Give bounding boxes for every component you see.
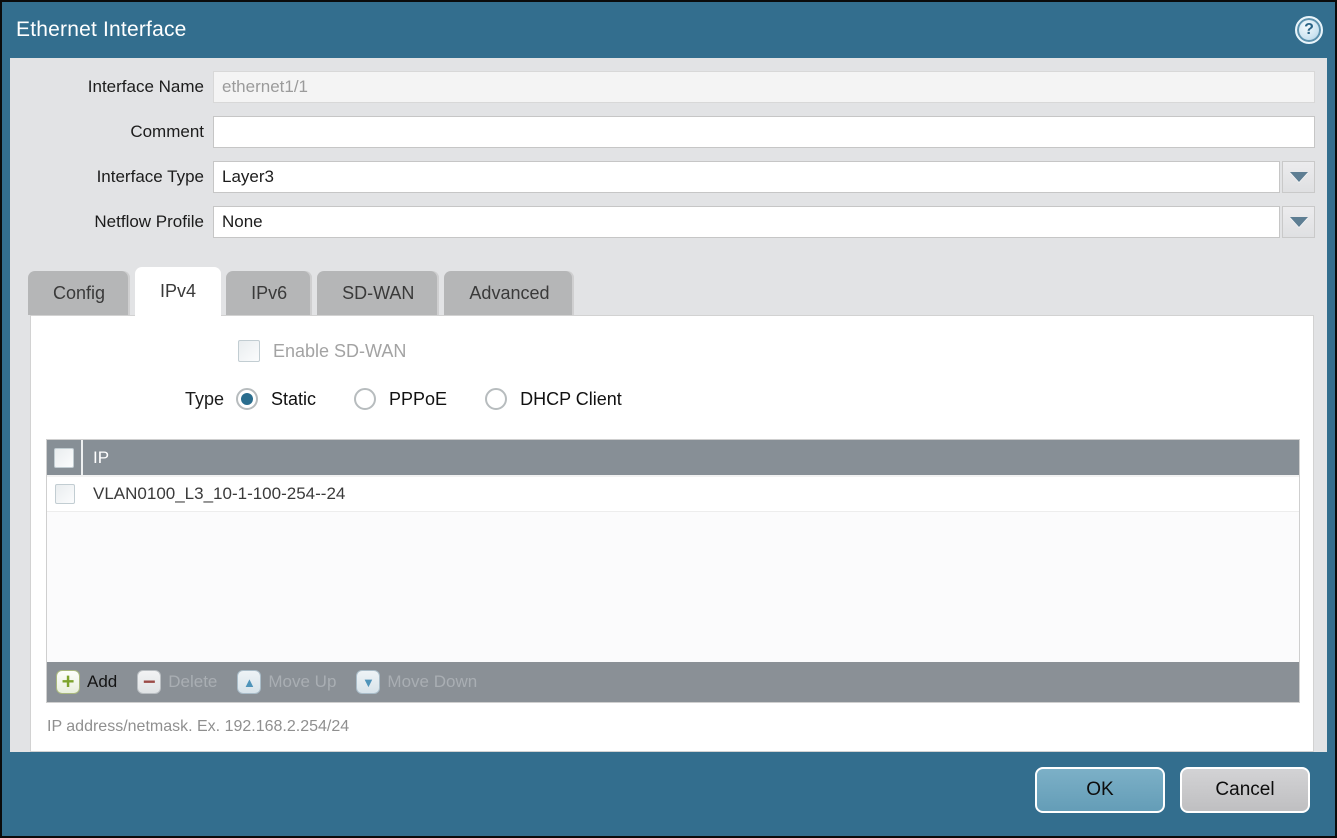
delete-button-label: Delete — [168, 672, 217, 692]
move-down-button[interactable]: ▼ Move Down — [356, 670, 477, 694]
table-empty-area — [47, 512, 1299, 662]
comment-field[interactable] — [213, 116, 1315, 148]
radio-pppoe-label: PPPoE — [389, 389, 447, 410]
chevron-down-icon — [1290, 172, 1308, 182]
radio-option-pppoe[interactable]: PPPoE — [354, 388, 473, 410]
interface-type-dropdown[interactable]: Layer3 — [213, 161, 1315, 193]
move-up-button[interactable]: ▲ Move Up — [237, 670, 336, 694]
tab-config[interactable]: Config — [28, 271, 130, 315]
dialog-footer: OK Cancel — [2, 752, 1335, 836]
tab-sdwan[interactable]: SD-WAN — [317, 271, 439, 315]
ip-table-header: IP — [47, 440, 1299, 477]
interface-type-value[interactable]: Layer3 — [213, 161, 1280, 193]
radio-static-icon[interactable] — [236, 388, 258, 410]
row-checkbox[interactable] — [55, 484, 75, 504]
ip-netmask-hint: IP address/netmask. Ex. 192.168.2.254/24 — [47, 718, 1313, 736]
enable-sdwan-row: Enable SD-WAN — [238, 339, 1313, 363]
radio-dhcp-icon[interactable] — [485, 388, 507, 410]
select-all-checkbox[interactable] — [54, 448, 74, 468]
interface-type-dropdown-button[interactable] — [1282, 161, 1315, 193]
enable-sdwan-label: Enable SD-WAN — [273, 341, 406, 362]
form-row-comment: Comment — [20, 116, 1315, 148]
ip-column-header[interactable]: IP — [83, 448, 109, 468]
delete-button[interactable]: − Delete — [137, 670, 217, 694]
dialog-content: Interface Name Comment Interface Type La… — [10, 58, 1327, 752]
cancel-button[interactable]: Cancel — [1180, 767, 1310, 813]
radio-dhcp-label: DHCP Client — [520, 389, 622, 410]
ip-cell-value[interactable]: VLAN0100_L3_10-1-100-254--24 — [83, 484, 345, 504]
ok-button[interactable]: OK — [1035, 767, 1165, 813]
title-bar: Ethernet Interface ? — [2, 2, 1335, 58]
radio-option-dhcp-client[interactable]: DHCP Client — [485, 388, 648, 410]
interface-name-field — [213, 71, 1315, 103]
netflow-profile-dropdown[interactable]: None — [213, 206, 1315, 238]
arrow-up-icon: ▲ — [237, 670, 261, 694]
netflow-profile-label: Netflow Profile — [20, 212, 213, 232]
tab-ipv6[interactable]: IPv6 — [226, 271, 312, 315]
type-radio-group: Type Static PPPoE DHCP Client — [31, 386, 1313, 412]
comment-label: Comment — [20, 122, 213, 142]
radio-static-label: Static — [271, 389, 316, 410]
help-icon[interactable]: ? — [1295, 16, 1323, 44]
ip-table: IP VLAN0100_L3_10-1-100-254--24 + Add − — [46, 439, 1300, 703]
tab-advanced[interactable]: Advanced — [444, 271, 574, 315]
table-row[interactable]: VLAN0100_L3_10-1-100-254--24 — [47, 477, 1299, 512]
add-button-label: Add — [87, 672, 117, 692]
form-row-interface-name: Interface Name — [20, 71, 1315, 103]
add-button[interactable]: + Add — [56, 670, 117, 694]
form-row-interface-type: Interface Type Layer3 — [20, 161, 1315, 193]
table-toolbar: + Add − Delete ▲ Move Up ▼ Move Down — [47, 662, 1299, 702]
form-row-netflow-profile: Netflow Profile None — [20, 206, 1315, 238]
minus-icon: − — [137, 670, 161, 694]
interface-type-label: Interface Type — [20, 167, 213, 187]
ipv4-tab-panel: Enable SD-WAN Type Static PPPoE DHCP Cli… — [30, 315, 1314, 752]
move-down-button-label: Move Down — [387, 672, 477, 692]
enable-sdwan-checkbox[interactable] — [238, 340, 260, 362]
netflow-profile-value[interactable]: None — [213, 206, 1280, 238]
type-label: Type — [31, 389, 224, 410]
ethernet-interface-dialog: Ethernet Interface ? Interface Name Comm… — [0, 0, 1337, 838]
tab-bar: Config IPv4 IPv6 SD-WAN Advanced — [20, 266, 1315, 315]
netflow-profile-dropdown-button[interactable] — [1282, 206, 1315, 238]
move-up-button-label: Move Up — [268, 672, 336, 692]
dialog-title: Ethernet Interface — [16, 18, 187, 42]
interface-name-label: Interface Name — [20, 77, 213, 97]
radio-pppoe-icon[interactable] — [354, 388, 376, 410]
chevron-down-icon — [1290, 217, 1308, 227]
arrow-down-icon: ▼ — [356, 670, 380, 694]
help-icon-glyph: ? — [1304, 21, 1314, 39]
plus-icon: + — [56, 670, 80, 694]
radio-option-static[interactable]: Static — [236, 388, 342, 410]
tab-ipv4[interactable]: IPv4 — [135, 267, 221, 316]
